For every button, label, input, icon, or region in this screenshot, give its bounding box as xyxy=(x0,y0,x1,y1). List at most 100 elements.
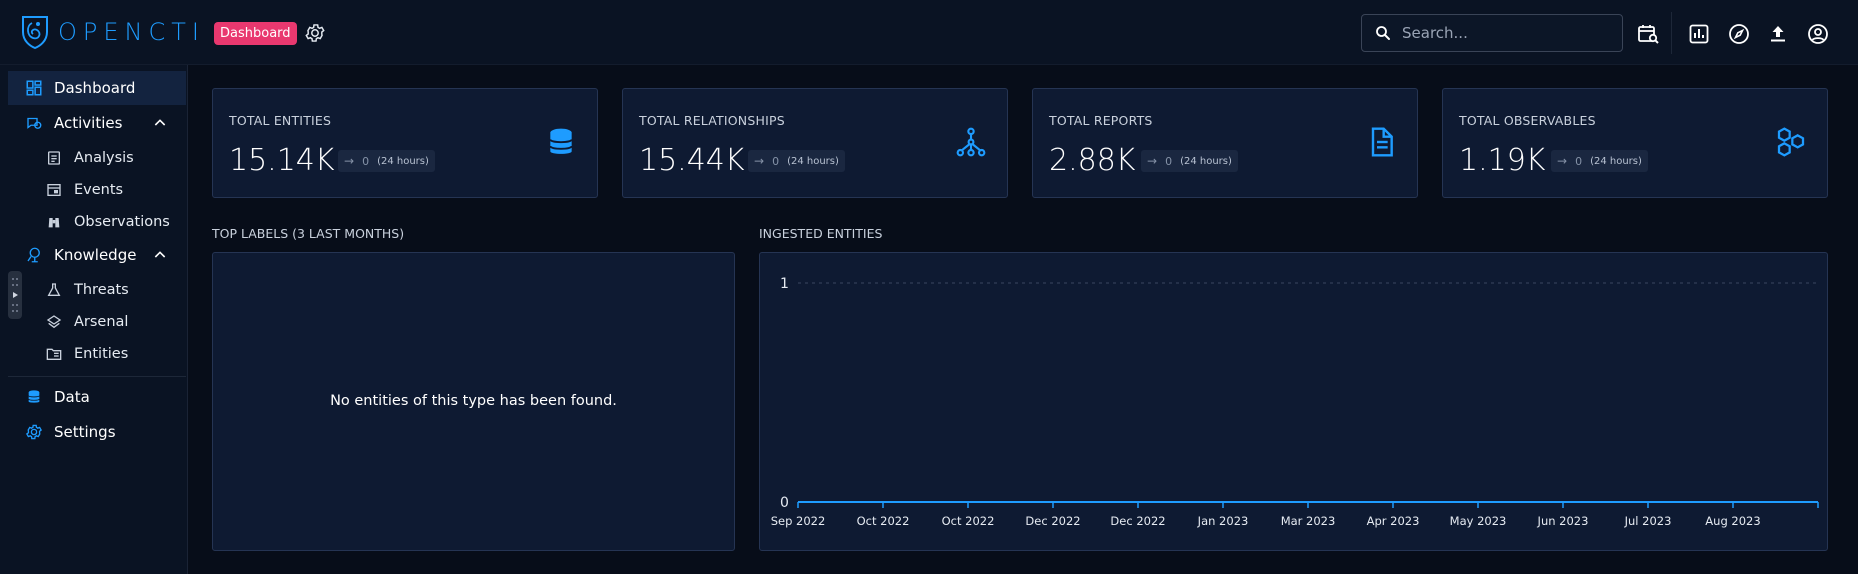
delta-value: 0 xyxy=(1165,154,1173,168)
card-total-reports: TOTAL REPORTS 2.88K → 0 (24 hours) xyxy=(1032,88,1418,198)
sidebar-item-label: Activities xyxy=(54,114,123,132)
card-value: 2.88K xyxy=(1049,143,1136,178)
search-input[interactable] xyxy=(1402,24,1612,42)
binoculars-icon xyxy=(44,212,64,232)
card-total-relationships: TOTAL RELATIONSHIPS 15.44K → 0 (24 hours) xyxy=(622,88,1008,198)
calendar-view-icon xyxy=(44,180,64,200)
delta-period: (24 hours) xyxy=(1590,155,1642,167)
x-tick-label: Oct 2022 xyxy=(942,514,995,528)
card-value: 15.44K xyxy=(639,143,745,178)
flask-icon xyxy=(44,280,64,300)
x-tick-label: Mar 2023 xyxy=(1281,514,1336,528)
sidebar-divider xyxy=(8,376,186,377)
x-tick-label: Sep 2022 xyxy=(771,514,826,528)
arrow-right-icon: → xyxy=(1147,154,1158,168)
x-tick-label: Oct 2022 xyxy=(857,514,910,528)
layers-icon xyxy=(44,312,64,332)
sidebar-item-data[interactable]: Data xyxy=(8,380,186,414)
ingested-entities-title: INGESTED ENTITIES xyxy=(759,226,883,241)
database-icon xyxy=(549,128,573,154)
card-value: 1.19K xyxy=(1459,143,1546,178)
empty-message: No entities of this type has been found. xyxy=(330,393,617,409)
chevron-up-icon[interactable] xyxy=(152,247,168,263)
y-tick-label: 0 xyxy=(780,495,789,511)
sidebar-item-label: Observations xyxy=(74,214,170,230)
top-bar: OPENCTI Dashboard xyxy=(0,0,1858,65)
account-circle-icon[interactable] xyxy=(1806,22,1830,46)
card-total-entities: TOTAL ENTITIES 15.14K → 0 (24 hours) xyxy=(212,88,598,198)
page-badge: Dashboard xyxy=(214,22,297,45)
logo[interactable]: OPENCTI xyxy=(20,12,205,52)
top-labels-title: TOP LABELS (3 LAST MONTHS) xyxy=(212,226,405,241)
sidebar-item-settings[interactable]: Settings xyxy=(8,415,186,449)
compass-icon[interactable] xyxy=(1727,22,1751,46)
chart-box-icon[interactable] xyxy=(1687,22,1711,46)
calendar-search-icon[interactable] xyxy=(1636,22,1660,46)
hexagon-multiple-icon xyxy=(1777,127,1805,157)
sidebar-item-label: Entities xyxy=(74,346,129,362)
card-delta: → 0 (24 hours) xyxy=(748,150,845,172)
top-labels-panel: No entities of this type has been found. xyxy=(212,252,735,551)
sidebar-item-activities[interactable]: Activities xyxy=(8,106,186,140)
delta-period: (24 hours) xyxy=(377,155,429,167)
x-tick-label: May 2023 xyxy=(1450,514,1507,528)
file-document-icon xyxy=(1371,127,1393,157)
sidebar-item-knowledge[interactable]: Knowledge xyxy=(8,238,186,272)
sidebar-item-label: Knowledge xyxy=(54,246,137,264)
sidebar-item-events[interactable]: Events xyxy=(8,173,186,207)
card-delta: → 0 (24 hours) xyxy=(1551,150,1648,172)
sidebar: Dashboard Activities Analysis Events Obs… xyxy=(0,65,188,574)
toolbar-divider xyxy=(1671,12,1672,54)
search-field[interactable] xyxy=(1361,14,1623,52)
x-tick-label: Jan 2023 xyxy=(1197,514,1249,528)
sidebar-item-label: Analysis xyxy=(74,150,134,166)
gear-icon[interactable] xyxy=(304,22,326,44)
view-dashboard-icon xyxy=(24,78,44,98)
sidebar-item-observations[interactable]: Observations xyxy=(8,205,186,239)
x-tick-label: Aug 2023 xyxy=(1705,514,1760,528)
delta-value: 0 xyxy=(772,154,780,168)
ingested-entities-panel: 0 1 Sep 2022 Oct 2022 Oct 2022 Dec 2022 Dec 20… xyxy=(759,252,1828,551)
card-title: TOTAL OBSERVABLES xyxy=(1459,113,1596,128)
card-title: TOTAL REPORTS xyxy=(1049,113,1153,128)
sidebar-item-label: Arsenal xyxy=(74,314,129,330)
opencti-logo-icon xyxy=(22,16,48,50)
sidebar-item-arsenal[interactable]: Arsenal xyxy=(8,305,186,339)
knowledge-icon xyxy=(24,245,44,265)
chevron-up-icon[interactable] xyxy=(152,115,168,131)
clipboard-text-icon xyxy=(44,148,64,168)
delta-value: 0 xyxy=(1575,154,1583,168)
sidebar-item-label: Settings xyxy=(54,423,116,441)
sidebar-item-dashboard[interactable]: Dashboard xyxy=(8,71,186,105)
card-title: TOTAL ENTITIES xyxy=(229,113,332,128)
sidebar-item-analysis[interactable]: Analysis xyxy=(8,141,186,175)
card-total-observables: TOTAL OBSERVABLES 1.19K → 0 (24 hours) xyxy=(1442,88,1828,198)
x-tick-label: Jul 2023 xyxy=(1624,514,1672,528)
arrow-right-icon: → xyxy=(344,154,355,168)
sidebar-item-label: Events xyxy=(74,182,124,198)
logo-text: OPENCTI xyxy=(58,18,205,46)
sidebar-item-threats[interactable]: Threats xyxy=(8,273,186,307)
search-icon xyxy=(1376,26,1390,40)
card-value: 15.14K xyxy=(229,143,335,178)
upload-icon[interactable] xyxy=(1766,22,1790,46)
sidebar-item-label: Dashboard xyxy=(54,79,136,97)
arrow-right-icon: → xyxy=(1557,154,1568,168)
cog-icon xyxy=(24,422,44,442)
x-tick-label: Dec 2022 xyxy=(1025,514,1080,528)
sidebar-item-entities[interactable]: Entities xyxy=(8,337,186,371)
activities-icon xyxy=(24,113,44,133)
y-tick-label: 1 xyxy=(780,276,789,292)
delta-value: 0 xyxy=(362,154,370,168)
card-delta: → 0 (24 hours) xyxy=(1141,150,1238,172)
delta-period: (24 hours) xyxy=(787,155,839,167)
arrow-right-icon: → xyxy=(754,154,765,168)
card-title: TOTAL RELATIONSHIPS xyxy=(639,113,785,128)
sidebar-drag-handle[interactable] xyxy=(8,271,22,319)
delta-period: (24 hours) xyxy=(1180,155,1232,167)
sidebar-item-label: Threats xyxy=(74,282,129,298)
x-tick-label: Dec 2022 xyxy=(1110,514,1165,528)
ingested-entities-chart: 0 1 Sep 2022 Oct 2022 Oct 2022 Dec 2022 Dec 20… xyxy=(771,276,1819,528)
graph-outline-icon xyxy=(956,127,986,157)
folder-table-icon xyxy=(44,344,64,364)
